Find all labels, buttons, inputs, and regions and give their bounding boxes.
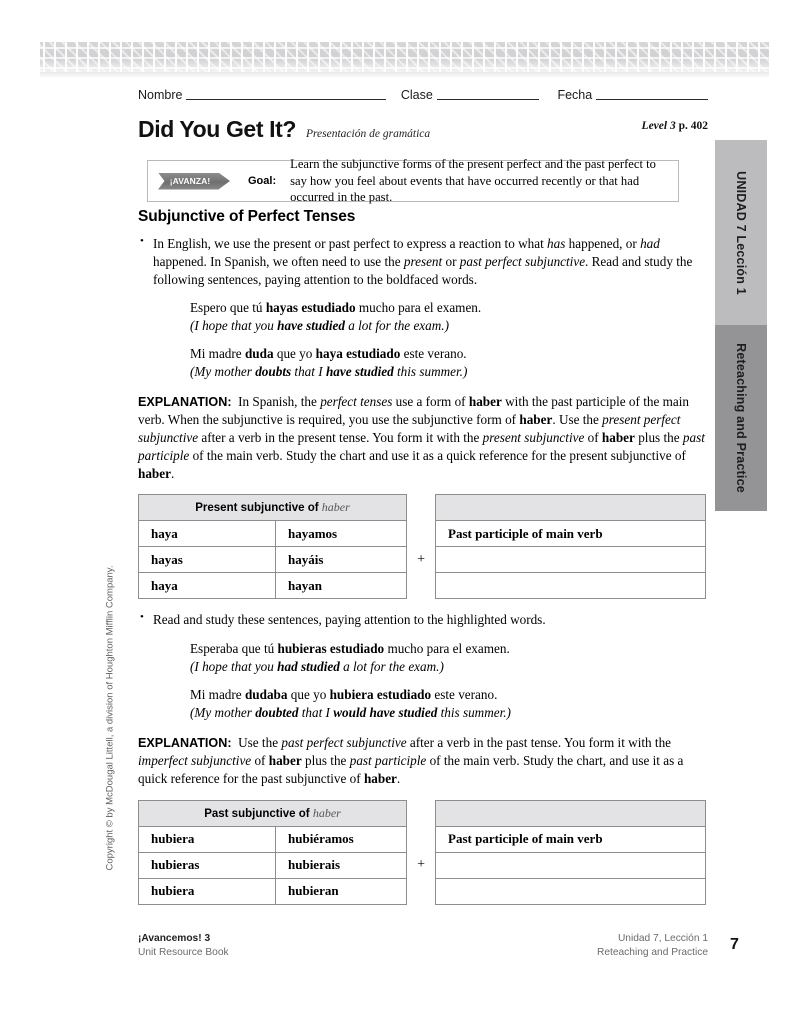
conj-form: hayan — [274, 572, 408, 600]
side-tab-reteaching: Reteaching and Practice — [715, 325, 767, 511]
example-spanish: Espero que tú hayas estudiado mucho para… — [190, 300, 482, 316]
example-spanish: Esperaba que tú hubieras estudiado mucho… — [190, 641, 510, 657]
footer-book-title: ¡Avancemos! 3 — [138, 932, 229, 946]
conj-form: hubieran — [274, 877, 408, 905]
table-row: haya hayamos + Past participle of main v… — [138, 520, 707, 599]
example-english: (My mother doubted that I would have stu… — [190, 704, 511, 720]
page-title: Did You Get It? — [138, 116, 296, 142]
fecha-blank[interactable] — [596, 87, 708, 100]
conj-form: hayamos — [274, 520, 408, 548]
example-spanish: Mi madre dudaba que yo hubiera estudiado… — [190, 687, 498, 703]
nombre-label: Nombre — [138, 88, 183, 102]
section-heading: Subjunctive of Perfect Tenses — [138, 208, 356, 225]
answer-blank[interactable] — [435, 851, 707, 879]
clase-label: Clase — [400, 88, 433, 102]
example-sentence-4: Mi madre dudaba que yo hubiera estudiado… — [190, 686, 708, 721]
footer-unit-line: Unidad 7, Lección 1 — [617, 933, 708, 944]
conj-form: haya — [138, 572, 276, 600]
bullet-paragraph-2: Read and study these sentences, paying a… — [138, 610, 708, 629]
plus-symbol: + — [406, 520, 437, 599]
avanza-badge: ¡AVANZA! — [158, 172, 230, 190]
answer-blank[interactable] — [435, 546, 707, 574]
footer-book-subtitle: Unit Resource Book — [138, 947, 229, 959]
explanation-paragraph-1: EXPLANATION: In Spanish, the perfect ten… — [138, 394, 705, 481]
decorative-top-border — [40, 42, 769, 72]
example-english: (I hope that you had studied a lot for t… — [190, 658, 444, 674]
page-footer: ¡Avancemos! 3 Unit Resource Book Unidad … — [138, 932, 708, 961]
table-header-text: Past subjunctive of — [204, 807, 310, 820]
page-reference: p. 402 — [678, 120, 708, 132]
page-subtitle: Presentación de gramática — [305, 128, 431, 140]
example-spanish: Mi madre duda que yo haya estudiado este… — [190, 346, 467, 362]
table-header-verb: haber — [321, 500, 350, 515]
table-header-row: Present subjunctive of haber — [137, 494, 707, 522]
fecha-label: Fecha — [557, 88, 593, 102]
level-reference: Level 3 p. 402 — [642, 120, 708, 132]
answer-blank[interactable] — [435, 572, 707, 600]
table-header-row: Past subjunctive of haber — [137, 799, 707, 827]
side-tab-reteaching-label: Reteaching and Practice — [734, 343, 749, 493]
avanza-badge-label: ¡AVANZA! — [169, 176, 211, 186]
decorative-border-shadow — [40, 72, 769, 78]
conj-form: hayas — [138, 546, 276, 574]
answer-blank[interactable] — [435, 877, 707, 905]
past-participle-header: Past participle of main verb — [435, 825, 707, 853]
goal-box: ¡AVANZA! Goal: Learn the subjunctive for… — [147, 157, 679, 204]
table-header-label: Present subjunctive of haber — [137, 494, 408, 522]
table-header-right-blank — [435, 494, 707, 522]
bullet-paragraph-1: In English, we use the present or past p… — [138, 234, 708, 288]
level-label: Level 3 — [641, 120, 676, 132]
clase-blank[interactable] — [436, 87, 540, 100]
goal-label: Goal: — [248, 175, 277, 187]
table-header-gap — [406, 800, 436, 827]
conj-form: hubiéramos — [274, 825, 408, 853]
explanation-paragraph-2: EXPLANATION: Use the past perfect subjun… — [138, 735, 684, 786]
past-subjunctive-table: Past subjunctive of haber hubiera hubiér… — [137, 799, 707, 905]
table-header-label: Past subjunctive of haber — [137, 799, 408, 827]
conj-form: hayáis — [274, 546, 408, 574]
example-english: (My mother doubts that I have studied th… — [190, 363, 468, 379]
footer-series-level: 3 — [204, 933, 211, 944]
table-header-gap — [406, 494, 436, 521]
present-subjunctive-table: Present subjunctive of haber haya hayamo… — [137, 494, 707, 600]
goal-text: Learn the subjunctive forms of the prese… — [290, 157, 656, 205]
explanation-label: EXPLANATION: — [138, 395, 232, 410]
footer-left: ¡Avancemos! 3 Unit Resource Book — [138, 932, 229, 961]
nombre-blank[interactable] — [186, 87, 387, 100]
conj-form: hubiera — [138, 877, 276, 905]
side-tab-unidad: UNIDAD 7 Lección 1 — [715, 140, 767, 325]
conj-form: hubieras — [138, 851, 276, 879]
copyright-notice: Copyright © by McDougal Littell, a divis… — [104, 565, 116, 871]
footer-series-name: ¡Avancemos! — [138, 933, 202, 944]
example-sentence-1: Espero que tú hayas estudiado mucho para… — [190, 299, 708, 334]
student-info-line: Nombre Clase Fecha — [138, 84, 708, 102]
conj-form: hubiera — [138, 825, 276, 853]
conj-form: hubierais — [274, 851, 408, 879]
main-content: Subjunctive of Perfect Tenses In English… — [137, 208, 708, 905]
past-participle-header: Past participle of main verb — [435, 520, 707, 548]
table-header-right-blank — [435, 799, 707, 827]
explanation-label: EXPLANATION: — [138, 736, 232, 751]
conj-form: haya — [138, 520, 276, 548]
footer-section-line: Reteaching and Practice — [597, 947, 708, 959]
table-header-text: Present subjunctive of — [195, 502, 319, 515]
footer-right: Unidad 7, Lección 1 Reteaching and Pract… — [597, 932, 708, 961]
page-title-row: Did You Get It? Presentación de gramátic… — [138, 116, 708, 144]
example-sentence-3: Esperaba que tú hubieras estudiado mucho… — [190, 640, 708, 675]
side-tab-unidad-label: UNIDAD 7 Lección 1 — [734, 170, 748, 295]
plus-symbol: + — [406, 826, 437, 905]
page-number: 7 — [730, 936, 739, 953]
table-header-verb: haber — [312, 805, 341, 820]
example-sentence-2: Mi madre duda que yo haya estudiado este… — [190, 345, 708, 380]
example-english: (I hope that you have studied a lot for … — [190, 317, 449, 333]
table-row: hubiera hubiéramos + Past participle of … — [138, 825, 707, 905]
